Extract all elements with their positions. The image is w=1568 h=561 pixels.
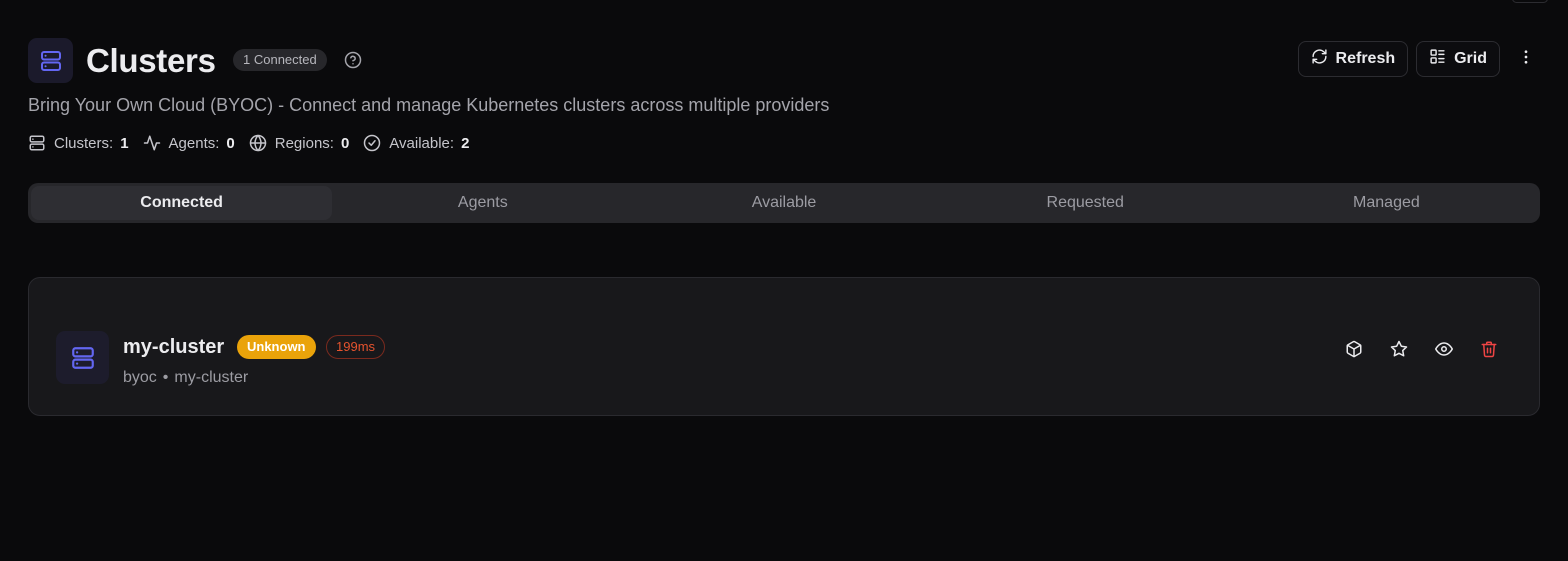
stat-label: Available:: [389, 134, 455, 152]
grid-view-button[interactable]: Grid: [1416, 41, 1500, 77]
tab-requested[interactable]: Requested: [935, 186, 1236, 220]
refresh-icon: [1311, 48, 1328, 70]
delete-button[interactable]: [1466, 339, 1511, 363]
stat-available: Available: 2: [363, 134, 469, 152]
latency-badge: 199ms: [326, 335, 386, 359]
cluster-provider: byoc: [123, 369, 157, 386]
stat-label: Agents:: [168, 134, 220, 152]
tab-managed[interactable]: Managed: [1236, 186, 1537, 220]
view-button[interactable]: [1421, 339, 1466, 363]
stat-value: 2: [461, 134, 470, 152]
tab-available[interactable]: Available: [633, 186, 934, 220]
page-header: Clusters 1 Connected Refresh Grid: [28, 38, 1540, 86]
stat-clusters: Clusters: 1: [28, 134, 129, 152]
cluster-id: my-cluster: [174, 369, 249, 386]
connected-count-badge: 1 Connected: [233, 49, 327, 71]
favorite-button[interactable]: [1376, 339, 1421, 363]
eye-icon: [1434, 340, 1453, 363]
status-badge: Unknown: [237, 335, 316, 359]
stat-value: 0: [340, 134, 350, 152]
cluster-meta: byoc • my-cluster: [123, 368, 248, 388]
meta-separator: •: [162, 369, 169, 386]
star-icon: [1390, 340, 1408, 363]
stat-regions: Regions: 0: [249, 134, 350, 152]
stat-value: 1: [120, 134, 129, 152]
cluster-tabs: Connected Agents Available Requested Man…: [28, 183, 1540, 223]
trash-icon: [1480, 340, 1498, 363]
globe-icon: [249, 134, 267, 152]
more-vertical-icon: [1517, 48, 1535, 71]
cluster-actions: [1331, 339, 1511, 363]
toolbar: Refresh Grid: [1297, 41, 1540, 77]
clusters-page: Clusters 1 Connected Refresh Grid Bring …: [0, 0, 1568, 561]
server-icon: [56, 331, 109, 384]
window-corner-control[interactable]: [1512, 0, 1548, 3]
more-options-button[interactable]: [1512, 41, 1540, 77]
tab-connected[interactable]: Connected: [31, 186, 333, 220]
tab-agents[interactable]: Agents: [332, 186, 633, 220]
help-icon[interactable]: [344, 51, 362, 69]
stats-bar: Clusters: 1 Agents: 0 Regions: 0 Availab…: [28, 132, 483, 154]
stat-label: Clusters:: [54, 134, 114, 152]
stat-value: 0: [226, 134, 235, 152]
cluster-name: my-cluster: [123, 336, 225, 358]
refresh-label: Refresh: [1335, 50, 1396, 67]
page-subtitle: Bring Your Own Cloud (BYOC) - Connect an…: [28, 95, 830, 115]
activity-icon: [143, 134, 161, 152]
grid-icon: [1429, 48, 1446, 70]
stat-label: Regions:: [274, 134, 334, 152]
stat-agents: Agents: 0: [143, 134, 235, 152]
package-icon: [1345, 340, 1363, 363]
server-icon: [28, 134, 46, 152]
deploy-button[interactable]: [1331, 339, 1376, 363]
page-title: Clusters: [86, 42, 216, 79]
grid-label: Grid: [1454, 50, 1487, 67]
refresh-button[interactable]: Refresh: [1297, 41, 1409, 77]
cluster-card[interactable]: my-cluster Unknown 199ms byoc • my-clust…: [28, 277, 1540, 416]
server-icon: [28, 38, 73, 83]
check-circle-icon: [363, 134, 381, 152]
